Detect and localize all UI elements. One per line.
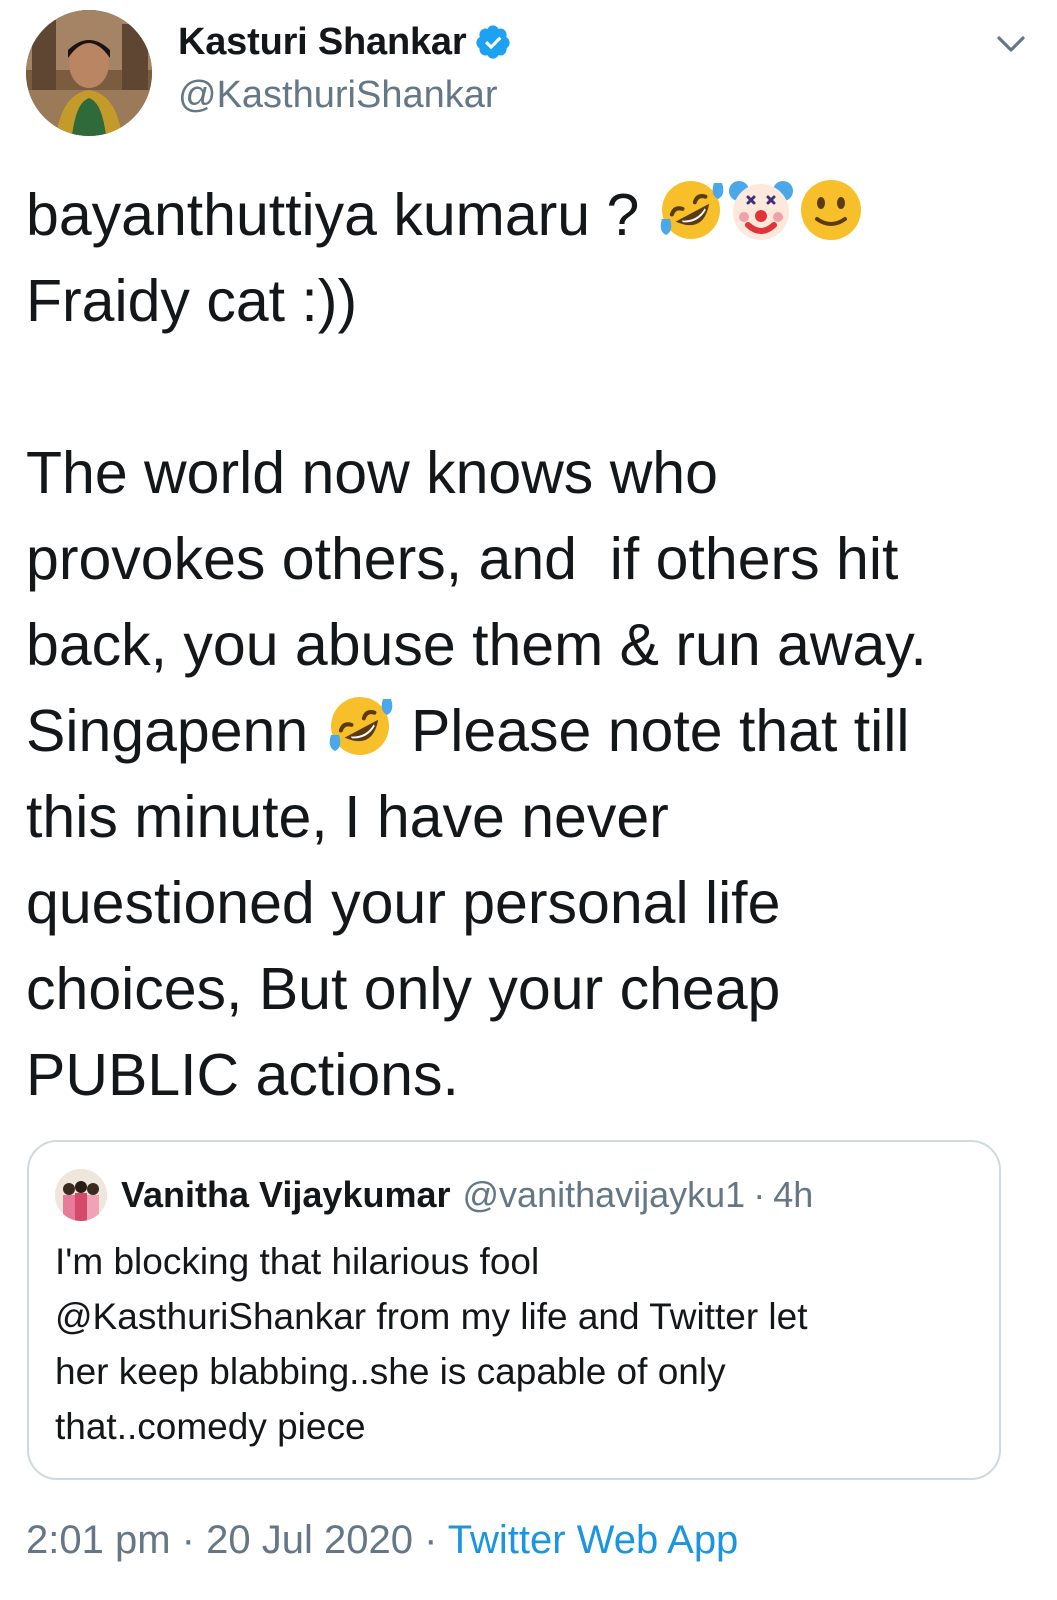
tweet-text: bayanthuttiya kumaru ? Fraidy cat :)) Th… (26, 172, 1036, 1118)
author-handle[interactable]: @KasthuriShankar (178, 74, 512, 117)
tweet-line: provokes others, and if others hit (26, 526, 899, 592)
verified-badge-icon (474, 23, 512, 61)
quoted-tweet-text: I'm blocking that hilarious fool @Kasthu… (55, 1241, 808, 1447)
rolling-on-floor-laughing-icon (656, 175, 726, 245)
tweet-line: back, you abuse them & run away. (26, 612, 927, 678)
tweet-date: 20 Jul 2020 (206, 1518, 413, 1562)
meta-separator: · (181, 1518, 195, 1562)
tweet-line: Fraidy cat :)) (26, 268, 358, 334)
tweet-line: this minute, I have never (26, 784, 669, 850)
tweet-time: 2:01 pm (26, 1518, 171, 1562)
meta-separator: · (424, 1518, 438, 1562)
quoted-tweet[interactable]: Vanitha Vijaykumar @vanithavijayku1 · 4h… (27, 1140, 1001, 1480)
tweet-line: bayanthuttiya kumaru ? (26, 182, 656, 248)
chevron-down-icon[interactable] (991, 24, 1031, 64)
tweet-header: Kasturi Shankar @KasthuriShankar (26, 10, 1031, 140)
author-names: Kasturi Shankar @KasthuriShankar (178, 20, 512, 117)
clown-face-icon (726, 175, 796, 245)
quoted-display-name[interactable]: Vanitha Vijaykumar (121, 1174, 451, 1216)
quoted-avatar (55, 1169, 107, 1221)
display-name-row: Kasturi Shankar (178, 20, 512, 64)
tweet-line: The world now knows who (26, 440, 718, 506)
tweet: Kasturi Shankar @KasthuriShankar bayanth… (0, 0, 1057, 1600)
tweet-line: Please note that till (394, 698, 910, 764)
slightly-smiling-face-icon (796, 175, 866, 245)
author-display-name[interactable]: Kasturi Shankar (178, 21, 467, 64)
tweet-line: questioned your personal life (26, 870, 781, 936)
tweet-line: choices, But only your cheap (26, 956, 781, 1022)
tweet-line: PUBLIC actions. (26, 1042, 459, 1108)
tweet-line: Singapenn (26, 698, 325, 764)
quoted-timestamp: 4h (773, 1174, 814, 1215)
quoted-tweet-header: Vanitha Vijaykumar @vanithavijayku1 · 4h (55, 1168, 813, 1222)
tweet-meta: 2:01 pm · 20 Jul 2020 · Twitter Web App (26, 1518, 738, 1563)
rolling-on-floor-laughing-icon (325, 691, 395, 761)
quoted-separator: · (753, 1174, 766, 1215)
avatar[interactable] (26, 10, 152, 136)
quoted-handle[interactable]: @vanithavijayku1 (463, 1174, 746, 1216)
tweet-source-link[interactable]: Twitter Web App (448, 1518, 739, 1562)
